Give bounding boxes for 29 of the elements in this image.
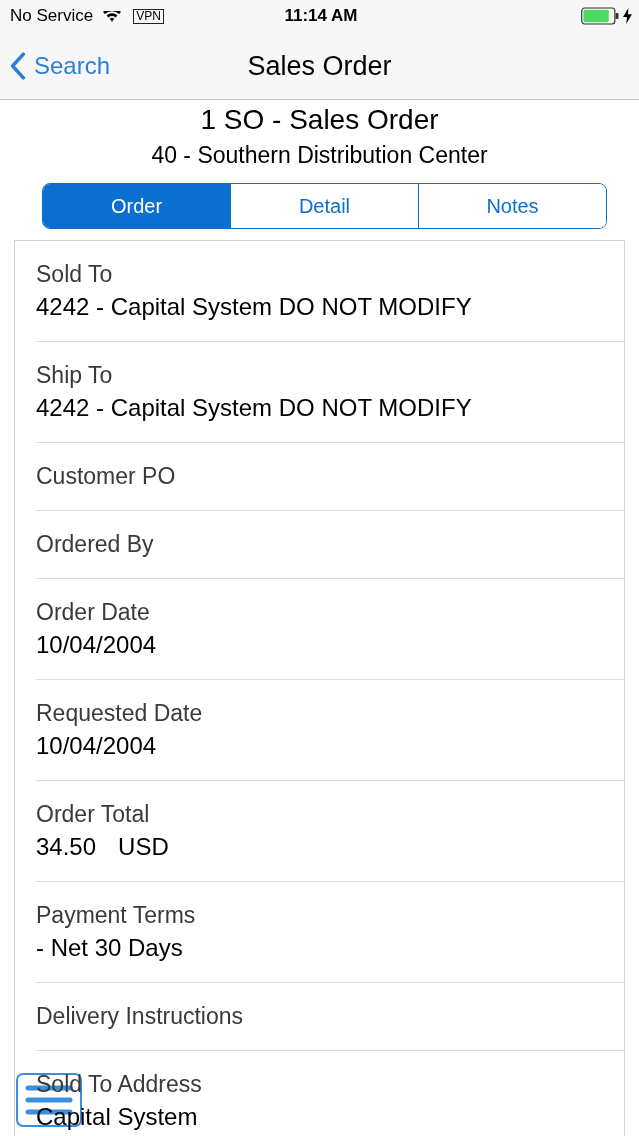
field-label: Order Total [36,800,150,828]
order-title: 1 SO - Sales Order [200,103,439,137]
charging-bolt-icon [623,8,632,24]
carrier-label: No Service [10,6,94,26]
screen-title: Sales Order [247,49,392,83]
field-label: Delivery Instructions [36,1002,244,1030]
field-value: 10/04/2004 [36,732,157,760]
chevron-left-icon [10,51,26,80]
field-label: Customer PO [36,462,176,490]
tab[interactable]: Notes [418,184,606,228]
field-value: 4242 - Capital System DO NOT MODIFY [36,293,472,321]
field-value: 4242 - Capital System DO NOT MODIFY [36,394,472,422]
field-label: Ordered By [36,530,154,558]
field-value: 10/04/2004 [36,631,157,659]
field-label: Ship To [36,361,113,389]
field-value: - Net 30 Days [36,934,183,962]
field-value: 34.50 [36,833,97,861]
vpn-indicator: VPN [133,8,164,24]
field-label: Order Date [36,598,150,626]
branch-subtitle: 40 - Southern Distribution Center [151,141,488,170]
currency-code: USD [118,833,169,861]
status-time: 11:14 AM [284,6,358,26]
tab[interactable]: Order [43,184,230,228]
field-label: Payment Terms [36,901,196,929]
back-button[interactable]: Search [0,51,111,80]
field-label: Sold To [36,260,113,288]
field-label: Requested Date [36,699,203,727]
battery-icon [581,7,619,25]
wifi-icon [103,10,122,22]
